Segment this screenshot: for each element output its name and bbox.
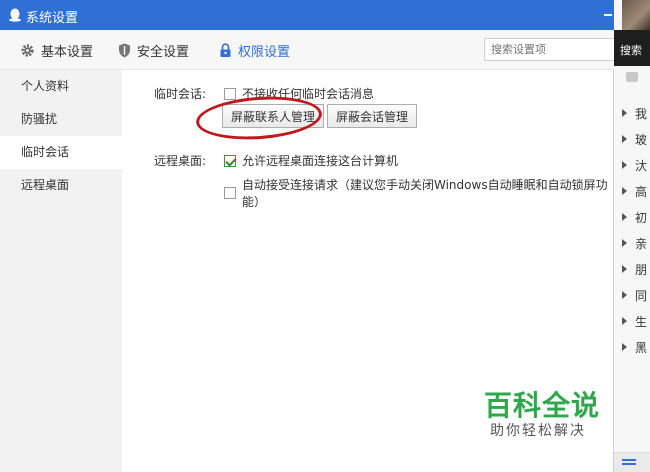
contact-group-8[interactable]: 生 [622,311,650,331]
tab-security-settings[interactable]: 安全设置 [118,41,190,60]
contact-group-5[interactable]: 亲 [622,233,650,253]
toolbar: 基本设置 安全设置 权限设置 [0,30,614,70]
contact-group-1[interactable]: 玻 [622,129,650,149]
sidebar-item-anti-harassment[interactable]: 防骚扰 [0,103,122,136]
expand-arrow-icon [622,135,627,143]
group-label: 高 [635,184,648,199]
auto-accept-checkbox[interactable] [224,187,236,199]
title-bar: 系统设置 [0,0,614,30]
expand-arrow-icon [622,187,627,195]
contact-group-9[interactable]: 黑 [622,337,650,357]
expand-arrow-icon [622,109,627,117]
contact-group-4[interactable]: 初 [622,207,650,227]
allow-remote-checkbox[interactable] [224,154,236,167]
block-contacts-button[interactable]: 屏蔽联系人管理 [222,104,325,128]
expand-arrow-icon [622,239,627,247]
tab-basic-settings[interactable]: 基本设置 [20,41,94,60]
gear-icon [21,43,34,57]
window-title: 系统设置 [26,11,79,26]
watermark-title: 百科全说 [484,389,601,422]
auto-accept-checkbox-row[interactable]: 自动接受连接请求（建议您手动关闭Windows自动睡眠和自动锁屏功能） [224,176,614,210]
settings-sidebar: 个人资料 防骚扰 临时会话 远程桌面 [0,70,122,472]
allow-remote-label: 允许远程桌面连接这台计算机 [242,154,399,168]
group-label: 生 [635,314,648,329]
group-label: 同 [635,288,648,303]
contacts-side-panel: 搜索 我 玻 汏 高 初 亲 朋 同 生 黑 [614,0,650,472]
group-label: 我 [635,106,648,121]
contacts-search-label[interactable]: 搜索 [620,42,642,58]
contact-group-7[interactable]: 同 [622,285,650,305]
block-sessions-button[interactable]: 屏蔽会话管理 [327,104,418,128]
shield-icon [119,43,130,57]
panel-bottom-bar [614,452,650,472]
no-temp-session-checkbox[interactable] [224,87,236,100]
profile-photo [622,0,650,30]
expand-arrow-icon [622,213,627,221]
sidebar-item-profile[interactable]: 个人资料 [0,70,122,103]
main-menu-icon[interactable] [622,459,636,461]
sidebar-item-remote-desktop[interactable]: 远程桌面 [0,169,122,202]
group-label: 亲 [635,236,648,251]
sidebar-item-temp-session[interactable]: 临时会话 [0,136,122,169]
expand-arrow-icon [622,291,627,299]
watermark: 百科全说 助你轻松解决 [480,382,604,444]
no-temp-session-label: 不接收任何临时会话消息 [242,87,375,101]
chat-bubble-icon[interactable] [626,72,638,82]
watermark-subtitle: 助你轻松解决 [490,423,586,439]
contact-group-0[interactable]: 我 [622,103,650,123]
tab-label: 基本设置 [41,44,94,60]
settings-search-input[interactable] [484,38,614,61]
minimize-button[interactable] [604,14,612,16]
contact-group-3[interactable]: 高 [622,181,650,201]
group-label: 黑 [635,340,648,355]
tab-permission-settings[interactable]: 权限设置 [219,41,291,60]
contact-group-2[interactable]: 汏 [622,155,650,175]
no-temp-session-checkbox-row[interactable]: 不接收任何临时会话消息 [224,85,374,102]
group-label: 初 [635,210,648,225]
group-label: 朋 [635,262,648,277]
auto-accept-label: 自动接受连接请求（建议您手动关闭Windows自动睡眠和自动锁屏功能） [242,178,608,209]
tab-label: 安全设置 [137,44,190,60]
group-label: 玻 [635,132,648,147]
lock-icon [220,42,231,57]
group-label: 汏 [635,158,648,173]
expand-arrow-icon [622,317,627,325]
expand-arrow-icon [622,343,627,351]
remote-desktop-label: 远程桌面: [154,154,207,168]
temp-session-label: 临时会话: [154,87,207,101]
expand-arrow-icon [622,161,627,169]
contact-group-6[interactable]: 朋 [622,259,650,279]
allow-remote-checkbox-row[interactable]: 允许远程桌面连接这台计算机 [224,152,398,169]
penguin-logo-icon [9,8,21,22]
expand-arrow-icon [622,265,627,273]
tab-label: 权限设置 [238,44,291,60]
